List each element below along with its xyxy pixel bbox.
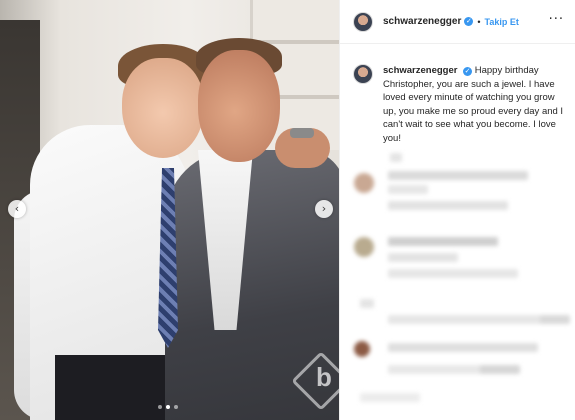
carousel-dot <box>174 405 178 409</box>
carousel-dot <box>158 405 162 409</box>
blurred-comment <box>340 295 575 405</box>
follow-button[interactable]: Takip Et <box>485 17 519 27</box>
post-username[interactable]: schwarzenegger <box>383 16 461 27</box>
photo-boy-pants <box>55 355 165 420</box>
carousel-indicator <box>158 405 178 409</box>
carousel-dot <box>166 405 170 409</box>
carousel-next-button[interactable]: › <box>315 200 333 218</box>
caption-text: Happy birthday Christopher, you are such… <box>383 65 564 144</box>
carousel-prev-button[interactable]: ‹ <box>8 200 26 218</box>
verified-badge-icon: ✓ <box>463 67 473 76</box>
photo-boy-face <box>122 58 204 158</box>
caption-body: schwarzenegger ✓ Happy birthday Christop… <box>383 64 565 145</box>
avatar[interactable] <box>353 11 373 32</box>
photo-watch <box>290 128 314 138</box>
caption-avatar[interactable] <box>353 64 373 84</box>
post-caption: schwarzenegger ✓ Happy birthday Christop… <box>353 64 568 145</box>
post-sidebar: schwarzenegger ✓ • Takip Et ··· schwarze… <box>339 0 575 420</box>
blurred-comment <box>340 225 575 295</box>
blurred-comment <box>340 145 575 225</box>
more-options-icon[interactable]: ··· <box>549 12 564 27</box>
chevron-left-icon: ‹ <box>14 202 20 215</box>
verified-badge-icon: ✓ <box>464 17 474 26</box>
chevron-right-icon: › <box>321 202 327 215</box>
caption-username[interactable]: schwarzenegger <box>383 65 457 76</box>
photo-man-face <box>198 50 280 162</box>
post-photo[interactable]: ‹ › b <box>0 0 339 420</box>
header-separator: • <box>477 16 481 27</box>
watermark-letter: b <box>316 362 332 392</box>
post-header: schwarzenegger ✓ • Takip Et ··· <box>340 0 575 44</box>
